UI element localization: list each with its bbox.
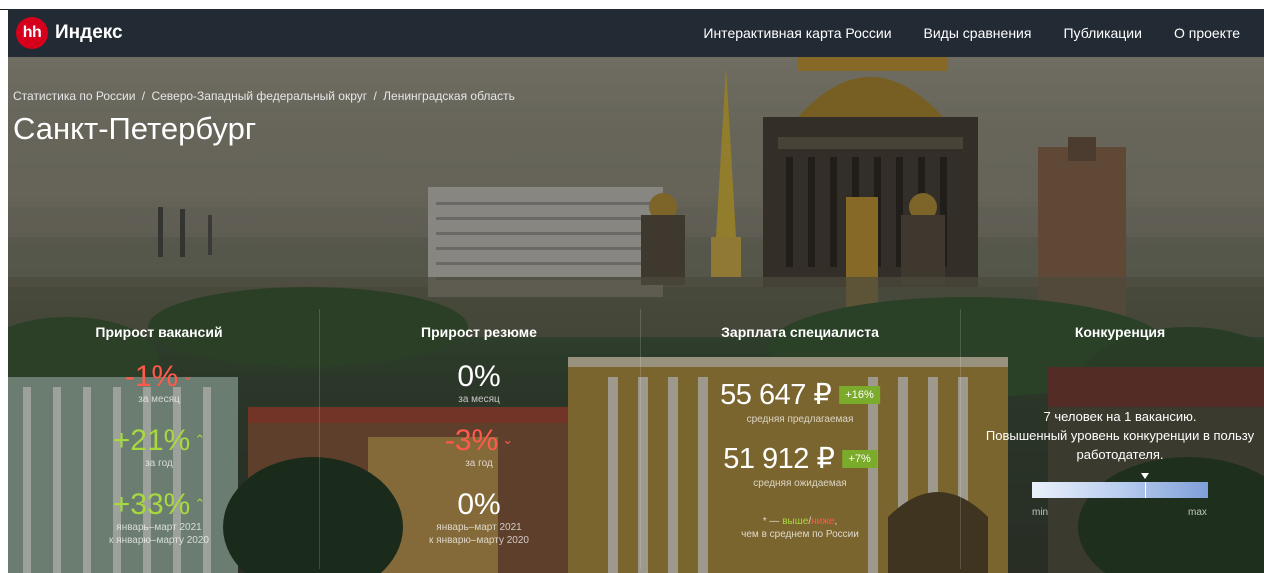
metric-label: за месяц — [458, 394, 500, 405]
nav-interactive-map[interactable]: Интерактивная карта России — [703, 25, 891, 41]
metric-label: за месяц — [138, 394, 180, 405]
column-divider — [640, 309, 641, 569]
arrow-up-icon: ⌃ — [194, 496, 206, 511]
footnote-comma: , — [834, 516, 838, 527]
footnote-below: ниже — [811, 516, 835, 527]
vacancy-growth-quarter: +33% ⌃ январь–март 2021 к январю–марту 20… — [109, 489, 209, 547]
competition-scale — [1032, 482, 1208, 498]
salary-amount: 55 647 ₽ — [720, 379, 832, 411]
footnote-mark: * — — [762, 516, 783, 527]
salary-diff-badge: +7% — [842, 449, 877, 468]
metric-value: 0% — [457, 360, 501, 393]
competition-level-line — [1144, 482, 1146, 498]
metric-label: к январю–марту 2020 — [429, 535, 529, 546]
vacancy-growth-heading: Прирост вакансий — [95, 324, 223, 340]
salary-footnote: * — выше/ниже, чем в среднем по России — [741, 515, 859, 541]
site-logo[interactable]: hh Индекс — [16, 17, 123, 49]
competition-description: 7 человек на 1 вакансию. Повышенный уров… — [986, 407, 1254, 464]
metric-value: +21% — [112, 424, 191, 457]
metric-label: январь–март 2021 — [116, 522, 202, 533]
breadcrumb-nw-district[interactable]: Северо-Западный федеральный округ — [151, 89, 367, 103]
metric-value: -1% — [124, 360, 179, 393]
logo-text: Индекс — [55, 22, 123, 43]
salary-heading: Зарплата специалиста — [721, 324, 879, 340]
competition-line: 7 человек на 1 вакансию. — [1043, 409, 1197, 424]
competition-marker-icon — [1140, 473, 1149, 479]
competition-line: работодателя. — [1076, 447, 1164, 462]
breadcrumb-leningrad-region[interactable]: Ленинградская область — [383, 89, 515, 103]
metric-value: +33% — [112, 488, 191, 521]
salary-label: средняя ожидаемая — [753, 478, 847, 489]
salary-amount: 51 912 ₽ — [723, 443, 835, 475]
metric-label: за год — [465, 458, 493, 469]
resume-growth-month: 0% за месяц — [457, 361, 500, 406]
browser-viewport: hh Индекс Интерактивная карта России Вид… — [8, 9, 1264, 573]
breadcrumb-russia[interactable]: Статистика по России — [13, 89, 135, 103]
salary-expected: 51 912 ₽ +7% средняя ожидаемая — [723, 441, 877, 489]
vacancy-growth-month: -1% ⌄ за месяц — [125, 361, 193, 406]
footnote-above: выше — [782, 516, 809, 527]
metric-value: -3% — [444, 424, 499, 457]
metric-label: за год — [145, 458, 173, 469]
breadcrumb-separator: / — [141, 89, 146, 103]
column-divider — [960, 309, 961, 569]
scale-max-label: max — [1188, 507, 1207, 518]
page-title: Санкт-Петербург — [13, 111, 257, 146]
breadcrumb-separator: / — [373, 89, 377, 103]
scale-min-label: min — [1032, 507, 1049, 518]
competition-line: Повышенный уровень конкуренции в пользу — [985, 428, 1255, 443]
metric-label: январь–март 2021 — [436, 522, 522, 533]
resume-growth-quarter: 0% январь–март 2021 к январю–марту 2020 — [429, 489, 529, 547]
footnote-line2: чем в среднем по России — [741, 529, 859, 540]
nav-about[interactable]: О проекте — [1174, 25, 1240, 41]
breadcrumb: Статистика по России / Северо-Западный ф… — [13, 89, 515, 103]
hh-logo-icon: hh — [16, 17, 48, 49]
nav-comparison-types[interactable]: Виды сравнения — [924, 25, 1032, 41]
salary-offered: 55 647 ₽ +16% средняя предлагаемая — [720, 377, 880, 425]
arrow-down-icon: ⌄ — [182, 368, 194, 383]
nav-publications[interactable]: Публикации — [1063, 25, 1141, 41]
metric-label: к январю–марту 2020 — [109, 535, 209, 546]
competition-heading: Конкуренция — [1074, 324, 1166, 340]
main-nav: Интерактивная карта России Виды сравнени… — [703, 9, 1264, 57]
hero-section: Статистика по России / Северо-Западный ф… — [8, 57, 1264, 573]
vacancy-growth-year: +21% ⌃ за год — [113, 425, 205, 470]
column-divider — [319, 309, 320, 569]
salary-label: средняя предлагаемая — [746, 414, 854, 425]
salary-diff-badge: +16% — [839, 385, 880, 404]
metric-value: 0% — [457, 488, 501, 521]
arrow-up-icon: ⌃ — [194, 432, 206, 447]
resume-growth-heading: Прирост резюме — [421, 324, 537, 340]
arrow-down-icon: ⌄ — [502, 432, 514, 447]
site-header: hh Индекс Интерактивная карта России Вид… — [8, 9, 1264, 57]
resume-growth-year: -3% ⌄ за год — [445, 425, 513, 470]
